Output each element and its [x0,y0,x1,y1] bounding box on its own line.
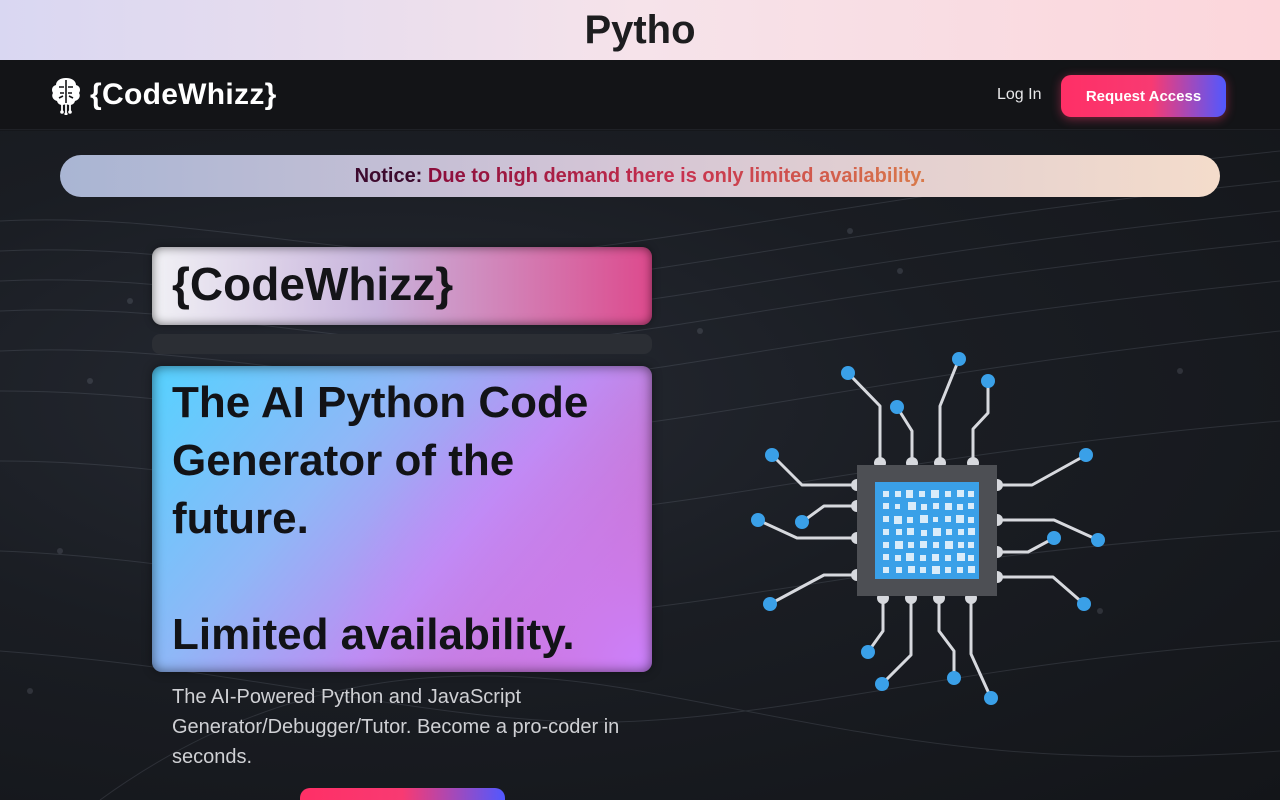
hero-divider [152,334,652,354]
notice-banner: Notice: Due to high demand there is only… [60,155,1220,197]
hero-title: {CodeWhizz} [172,258,454,310]
notice-message: Due to high demand there is only limited… [427,165,926,187]
hero-description: The AI-Powered Python and JavaScript Gen… [172,686,620,768]
request-access-button[interactable]: Request Access [1061,75,1226,117]
navbar: {CodeWhizz} Log In Request Access [0,60,1280,130]
hero-cta-button[interactable] [300,788,505,800]
cpu-chip-icon [751,352,1105,705]
brain-circuit-icon [52,78,80,115]
hero-title-card: {CodeWhizz} [152,247,652,325]
hero-limited: Limited availability. [172,610,575,659]
login-link[interactable]: Log In [997,86,1041,104]
top-banner: Pytho [0,0,1280,60]
brand-link[interactable]: {CodeWhizz} [50,74,277,116]
hero-section: Notice: Due to high demand there is only… [0,131,1280,800]
brand-name: {CodeWhizz} [90,78,277,111]
top-banner-title: Pytho [584,8,696,52]
hero-headline-card: The AI Python Code Generator of the futu… [152,366,652,672]
notice-label: Notice: [354,165,423,187]
hero-headline: The AI Python Code Generator of the futu… [172,378,589,543]
